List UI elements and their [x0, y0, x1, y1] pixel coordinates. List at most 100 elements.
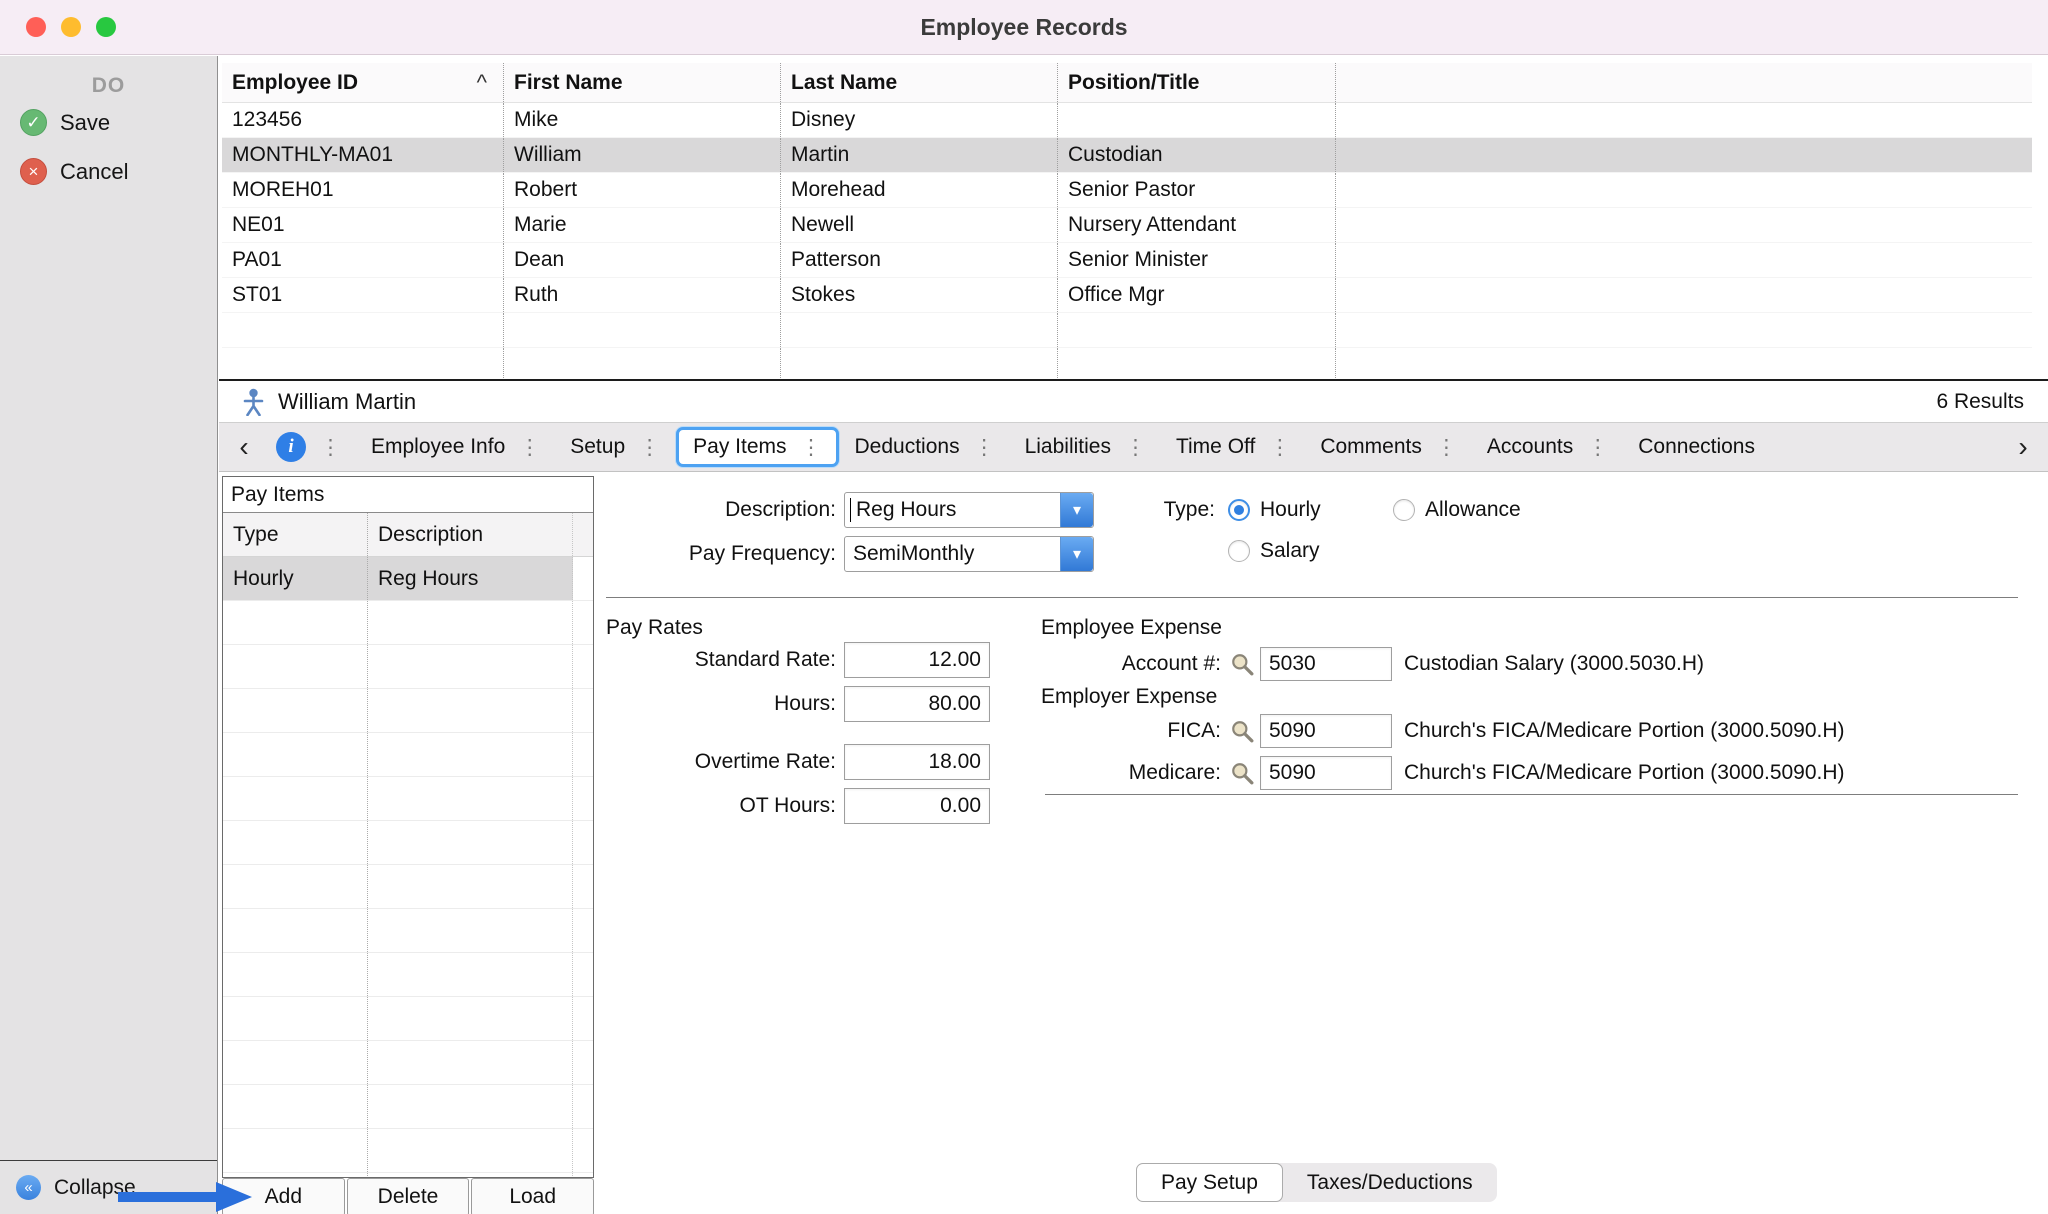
overtime-rate-label: Overtime Rate:	[598, 744, 836, 780]
person-icon	[241, 388, 266, 416]
empty-row	[223, 997, 593, 1041]
empty-row	[223, 821, 593, 865]
account-description: Custodian Salary (3000.5030.H)	[1404, 646, 1704, 682]
tab-drag-handle-dots: ⋮	[320, 435, 341, 460]
hours-label: Hours:	[598, 686, 836, 722]
save-button[interactable]: ✓ Save	[0, 98, 217, 147]
overtime-rate-field[interactable]: 18.00	[844, 744, 990, 780]
tab-pay-items-active[interactable]: Pay Items ⋮	[676, 427, 838, 467]
column-header-type[interactable]: Type	[223, 513, 368, 556]
cell-first-name: William	[504, 138, 781, 172]
tab-scroll-left-button[interactable]: ‹	[227, 431, 261, 463]
tab-pay-setup-active[interactable]: Pay Setup	[1136, 1163, 1283, 1202]
tab-drag-handle-dots: ⋮	[801, 435, 822, 460]
standard-rate-field[interactable]: 12.00	[844, 642, 990, 678]
cell-position: Senior Minister	[1058, 243, 1336, 277]
tab-info[interactable]: i ⋮	[262, 427, 355, 467]
employer-expense-title: Employer Expense	[1041, 685, 1217, 709]
save-label: Save	[60, 110, 110, 136]
table-row[interactable]: 123456 Mike Disney	[222, 103, 2032, 138]
main-area: Employee ID ^ First Name Last Name Posit…	[219, 56, 2048, 1214]
sort-ascending-icon: ^	[477, 70, 487, 96]
cancel-label: Cancel	[60, 159, 128, 185]
medicare-lookup-icon[interactable]	[1230, 761, 1254, 785]
fica-lookup-icon[interactable]	[1230, 719, 1254, 743]
delete-button[interactable]: Delete	[347, 1178, 470, 1214]
empty-row	[223, 733, 593, 777]
cell-first-name: Marie	[504, 208, 781, 242]
close-window-button[interactable]	[26, 17, 46, 37]
pay-item-form: Description: Reg Hours ▾ Type: Hourly Al…	[598, 473, 2048, 1214]
empty-row	[223, 689, 593, 733]
pay-item-row-selected[interactable]: Hourly Reg Hours	[223, 557, 593, 601]
account-number-field[interactable]: 5030	[1260, 647, 1392, 681]
tab-setup[interactable]: Setup ⋮	[556, 427, 674, 467]
hours-field[interactable]: 80.00	[844, 686, 990, 722]
cancel-button[interactable]: × Cancel	[0, 147, 217, 196]
cell-position	[1058, 103, 1336, 137]
medicare-account-field[interactable]: 5090	[1260, 756, 1392, 790]
cell-last-name: Patterson	[781, 243, 1058, 277]
collapse-button[interactable]: « Collapse	[0, 1175, 136, 1200]
ot-hours-field[interactable]: 0.00	[844, 788, 990, 824]
tab-deductions[interactable]: Deductions ⋮	[841, 427, 1009, 467]
description-dropdown[interactable]: Reg Hours ▾	[844, 492, 1094, 528]
type-radio-hourly[interactable]: Hourly	[1228, 492, 1321, 528]
cell-employee-id: NE01	[222, 208, 504, 242]
pointer-arrow-annotation	[118, 1180, 254, 1214]
empty-row	[223, 1129, 593, 1173]
tab-drag-handle-dots: ⋮	[639, 435, 660, 460]
tab-connections[interactable]: Connections	[1624, 427, 1769, 467]
column-header-employee-id[interactable]: Employee ID ^	[222, 63, 504, 102]
tab-drag-handle-dots: ⋮	[974, 435, 995, 460]
empty-row	[223, 1085, 593, 1129]
type-radio-salary[interactable]: Salary	[1228, 533, 1320, 569]
cell-employee-id: MONTHLY-MA01	[222, 138, 504, 172]
column-header-position[interactable]: Position/Title	[1058, 63, 1336, 102]
tab-drag-handle-dots: ⋮	[1436, 435, 1457, 460]
account-lookup-icon[interactable]	[1230, 652, 1254, 676]
chevron-down-icon[interactable]: ▾	[1060, 537, 1093, 571]
pay-items-buttons: Add Delete Load	[222, 1178, 594, 1214]
app-body: DO ✓ Save × Cancel « Collapse	[0, 56, 2048, 1214]
load-button[interactable]: Load	[471, 1178, 594, 1214]
tab-time-off[interactable]: Time Off ⋮	[1162, 427, 1304, 467]
table-row[interactable]: MOREH01 Robert Morehead Senior Pastor	[222, 173, 2032, 208]
record-bar: William Martin 6 Results	[219, 379, 2048, 422]
cell-type: Hourly	[223, 557, 368, 600]
column-header-first-name[interactable]: First Name	[504, 63, 781, 102]
zoom-window-button[interactable]	[96, 17, 116, 37]
tab-liabilities[interactable]: Liabilities ⋮	[1011, 427, 1160, 467]
cell-last-name: Newell	[781, 208, 1058, 242]
empty-row	[223, 953, 593, 997]
column-header-description[interactable]: Description	[368, 513, 573, 556]
empty-row	[223, 909, 593, 953]
fica-account-field[interactable]: 5090	[1260, 714, 1392, 748]
tab-comments[interactable]: Comments ⋮	[1306, 427, 1471, 467]
table-row[interactable]: ST01 Ruth Stokes Office Mgr	[222, 278, 2032, 313]
cell-position: Custodian	[1058, 138, 1336, 172]
table-row[interactable]: NE01 Marie Newell Nursery Attendant	[222, 208, 2032, 243]
ot-hours-label: OT Hours:	[598, 788, 836, 824]
empty-row	[223, 645, 593, 689]
cell-last-name: Morehead	[781, 173, 1058, 207]
radio-selected-icon	[1228, 499, 1250, 521]
tab-scroll-right-button[interactable]: ›	[2006, 431, 2040, 463]
type-radio-allowance[interactable]: Allowance	[1393, 492, 1521, 528]
tab-accounts[interactable]: Accounts ⋮	[1473, 427, 1622, 467]
table-row-selected[interactable]: MONTHLY-MA01 William Martin Custodian	[222, 138, 2032, 173]
section-divider	[606, 597, 2018, 598]
description-label: Description:	[598, 492, 836, 528]
column-header-last-name[interactable]: Last Name	[781, 63, 1058, 102]
pay-rates-title: Pay Rates	[606, 616, 703, 640]
tab-employee-info[interactable]: Employee Info ⋮	[357, 427, 554, 467]
tab-drag-handle-dots: ⋮	[1269, 435, 1290, 460]
pay-frequency-dropdown[interactable]: SemiMonthly ▾	[844, 536, 1094, 572]
cell-employee-id: MOREH01	[222, 173, 504, 207]
table-row[interactable]: PA01 Dean Patterson Senior Minister	[222, 243, 2032, 278]
medicare-label: Medicare:	[1041, 755, 1221, 791]
minimize-window-button[interactable]	[61, 17, 81, 37]
tab-taxes-deductions[interactable]: Taxes/Deductions	[1283, 1163, 1497, 1202]
empty-row	[223, 777, 593, 821]
cell-first-name: Ruth	[504, 278, 781, 312]
